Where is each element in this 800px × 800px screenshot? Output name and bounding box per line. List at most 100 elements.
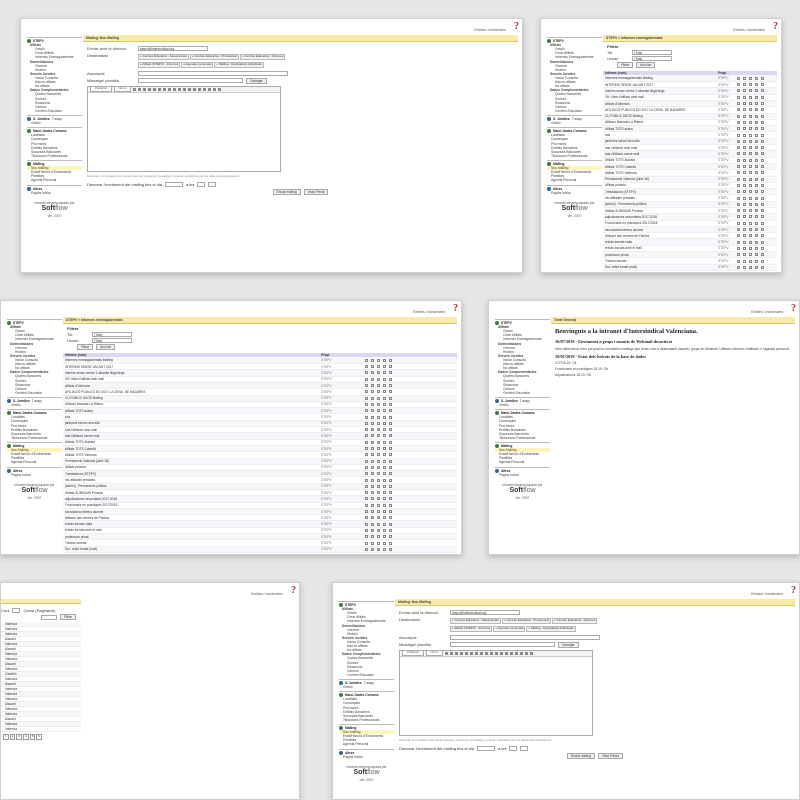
delete-icon[interactable] bbox=[761, 215, 765, 219]
delete-icon[interactable] bbox=[388, 465, 392, 469]
recipient-chip-button[interactable]: + Agendes personals bbox=[493, 626, 526, 632]
delete-icon[interactable] bbox=[388, 421, 392, 425]
view-icon[interactable] bbox=[737, 102, 741, 106]
format-select[interactable]: Paràgraf bbox=[402, 650, 424, 657]
delete-icon[interactable] bbox=[388, 547, 392, 551]
view-icon[interactable] bbox=[364, 472, 368, 476]
mail-icon[interactable] bbox=[749, 221, 753, 225]
edit-icon[interactable] bbox=[370, 358, 374, 362]
mail-icon[interactable] bbox=[376, 358, 380, 362]
recipient-chip-button[interactable]: + Afiliats (STEPV) - Informes bbox=[450, 626, 493, 632]
delete-icon[interactable] bbox=[761, 146, 765, 150]
view-icon[interactable] bbox=[364, 459, 368, 463]
copy-icon[interactable] bbox=[382, 541, 386, 545]
mail-icon[interactable] bbox=[749, 228, 753, 232]
copy-icon[interactable] bbox=[382, 402, 386, 406]
view-icon[interactable] bbox=[737, 83, 741, 87]
view-icon[interactable] bbox=[364, 396, 368, 400]
edit-icon[interactable] bbox=[743, 95, 747, 99]
copy-icon[interactable] bbox=[755, 196, 759, 200]
delete-icon[interactable] bbox=[761, 246, 765, 250]
copy-icon[interactable] bbox=[755, 259, 759, 263]
copy-icon[interactable] bbox=[755, 202, 759, 206]
delete-icon[interactable] bbox=[388, 428, 392, 432]
mail-icon[interactable] bbox=[376, 409, 380, 413]
editor-tool-icon[interactable] bbox=[168, 87, 172, 91]
sidebar-item[interactable]: Agenda Personal bbox=[7, 460, 62, 464]
copy-icon[interactable] bbox=[755, 221, 759, 225]
editor-tool-icon[interactable] bbox=[460, 651, 464, 655]
mail-icon[interactable] bbox=[749, 234, 753, 238]
sidebar-item[interactable]: Agenda Personal bbox=[339, 742, 394, 746]
edit-icon[interactable] bbox=[370, 528, 374, 532]
copy-icon[interactable] bbox=[755, 177, 759, 181]
view-icon[interactable] bbox=[737, 259, 741, 263]
recipient-chip-button[interactable]: + Centres Educatius - Informes bbox=[551, 618, 598, 624]
top-links[interactable]: Eixides / Incidencies bbox=[733, 28, 765, 32]
sidebar-item[interactable]: Titulacions Professionals bbox=[547, 154, 602, 158]
view-icon[interactable] bbox=[737, 202, 741, 206]
view-icon[interactable] bbox=[364, 377, 368, 381]
copy-icon[interactable] bbox=[382, 390, 386, 394]
sidebar-item[interactable]: Titulacions Professionals bbox=[495, 436, 550, 440]
recipient-chip-button[interactable]: + Mailing - Destinataris individuals bbox=[526, 626, 576, 632]
edit-icon[interactable] bbox=[370, 390, 374, 394]
edit-icon[interactable] bbox=[370, 465, 374, 469]
delete-icon[interactable] bbox=[761, 259, 765, 263]
delete-icon[interactable] bbox=[761, 152, 765, 156]
edit-icon[interactable] bbox=[743, 202, 747, 206]
editor-tool-icon[interactable] bbox=[480, 651, 484, 655]
page-link[interactable]: 4 bbox=[23, 734, 29, 740]
copy-icon[interactable] bbox=[755, 89, 759, 93]
copy-icon[interactable] bbox=[382, 503, 386, 507]
delete-icon[interactable] bbox=[388, 528, 392, 532]
sidebar-item[interactable]: Pàgina Inicial bbox=[495, 473, 550, 477]
view-icon[interactable] bbox=[364, 440, 368, 444]
view-icon[interactable] bbox=[737, 146, 741, 150]
editor-tool-icon[interactable] bbox=[143, 87, 147, 91]
mail-icon[interactable] bbox=[749, 259, 753, 263]
mail-icon[interactable] bbox=[749, 177, 753, 181]
editor-tool-icon[interactable] bbox=[510, 651, 514, 655]
view-icon[interactable] bbox=[737, 234, 741, 238]
editor-tool-icon[interactable] bbox=[445, 651, 449, 655]
copy-icon[interactable] bbox=[755, 76, 759, 80]
sidebar-item[interactable]: Agenda Personal bbox=[495, 460, 550, 464]
delete-icon[interactable] bbox=[388, 453, 392, 457]
sidebar-item[interactable]: Pàgina Inicial bbox=[547, 191, 602, 195]
top-links[interactable]: Eixides / Incidencies bbox=[474, 28, 506, 32]
editor-tool-icon[interactable] bbox=[485, 651, 489, 655]
recipient-chip-button[interactable]: + Centres Educatius - Professorat bbox=[189, 54, 239, 60]
delete-icon[interactable] bbox=[388, 402, 392, 406]
delete-icon[interactable] bbox=[761, 108, 765, 112]
delete-icon[interactable] bbox=[388, 484, 392, 488]
recipient-chip-button[interactable]: + Centres Educatius - Seleccionats bbox=[450, 618, 501, 624]
delete-icon[interactable] bbox=[761, 133, 765, 137]
copy-icon[interactable] bbox=[755, 190, 759, 194]
view-icon[interactable] bbox=[364, 358, 368, 362]
report-name[interactable]: Dur: rebut tornat (mail) bbox=[603, 270, 717, 272]
copy-icon[interactable] bbox=[382, 358, 386, 362]
schedule-date[interactable] bbox=[165, 181, 184, 187]
delete-icon[interactable] bbox=[761, 196, 765, 200]
sidebar-item[interactable]: Pàgina Inicial bbox=[7, 473, 62, 477]
delete-icon[interactable] bbox=[388, 535, 392, 539]
delete-icon[interactable] bbox=[388, 491, 392, 495]
filter-select-tot[interactable]: (Tots) bbox=[92, 332, 132, 338]
editor-tool-icon[interactable] bbox=[138, 87, 142, 91]
copy-icon[interactable] bbox=[382, 535, 386, 539]
recipient-chip-button[interactable]: + Agendes personals bbox=[181, 62, 214, 68]
mail-icon[interactable] bbox=[749, 139, 753, 143]
edit-icon[interactable] bbox=[743, 76, 747, 80]
mail-icon[interactable] bbox=[376, 447, 380, 451]
mail-icon[interactable] bbox=[376, 528, 380, 532]
view-icon[interactable] bbox=[364, 434, 368, 438]
mail-icon[interactable] bbox=[749, 265, 753, 269]
clear-filter-button[interactable]: Anul·lar bbox=[96, 344, 116, 351]
view-icon[interactable] bbox=[737, 240, 741, 244]
edit-icon[interactable] bbox=[743, 196, 747, 200]
editor-tool-icon[interactable] bbox=[465, 651, 469, 655]
view-icon[interactable] bbox=[364, 516, 368, 520]
copy-icon[interactable] bbox=[382, 459, 386, 463]
edit-icon[interactable] bbox=[743, 272, 746, 273]
